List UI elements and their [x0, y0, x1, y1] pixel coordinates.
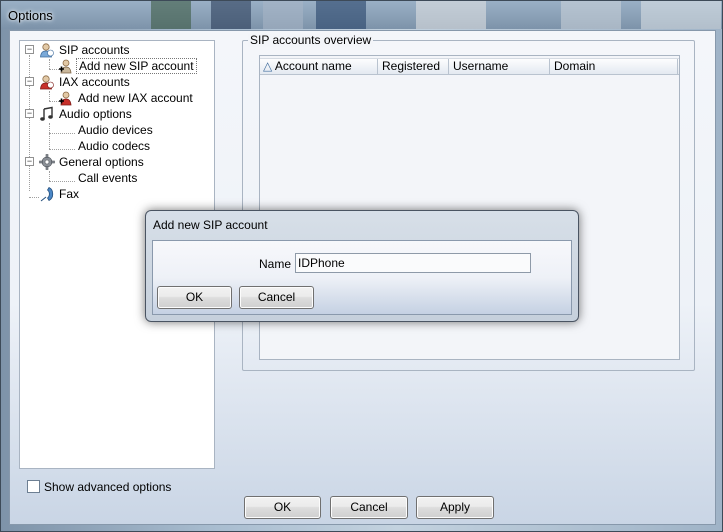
tree-item-label: Fax [59, 187, 80, 201]
title-bar-glass-decoration [416, 1, 486, 29]
dialog-ok-button[interactable]: OK [157, 286, 232, 309]
tree-connector [29, 197, 39, 198]
title-bar-glass-decoration [316, 1, 366, 29]
show-advanced-options-label: Show advanced options [44, 480, 172, 494]
tree-item-label: General options [59, 155, 144, 169]
iax-accounts-icon [39, 74, 55, 90]
name-input[interactable] [295, 253, 531, 273]
list-header: △ Account name Registered Username Domai… [260, 58, 679, 75]
title-bar-glass-decoration [561, 1, 621, 29]
tree-connector [49, 149, 75, 150]
apply-button[interactable]: Apply [416, 496, 494, 519]
cancel-button[interactable]: Cancel [330, 496, 408, 519]
title-bar-glass-decoration [263, 1, 303, 29]
collapse-iax-accounts-button[interactable]: − [25, 77, 34, 86]
sip-accounts-overview-title: SIP accounts overview [248, 33, 374, 47]
ok-button[interactable]: OK [244, 496, 321, 519]
title-bar-glass-decoration [151, 1, 191, 29]
column-header-label: Username [453, 59, 509, 73]
tree-connector [49, 91, 50, 101]
dialog-cancel-button[interactable]: Cancel [239, 286, 314, 309]
column-header-username[interactable]: Username [449, 59, 550, 75]
tree-item-label: SIP accounts [59, 43, 130, 57]
name-label: Name [259, 257, 292, 271]
audio-note-icon [39, 106, 55, 122]
add-iax-account-icon [58, 90, 74, 106]
tree-item-label: Add new IAX account [78, 91, 193, 105]
column-header-domain[interactable]: Domain [550, 59, 678, 75]
window-title: Options [8, 8, 53, 23]
show-advanced-options-checkbox[interactable] [27, 480, 40, 493]
tree-item-label: Audio devices [78, 123, 153, 137]
dialog-title: Add new SIP account [153, 218, 268, 232]
tree-connector [49, 181, 75, 182]
column-header-account-name[interactable]: △ Account name [260, 59, 378, 75]
title-bar-glass-decoration [641, 1, 721, 29]
dialog-client-area: Name OK Cancel [152, 240, 572, 315]
add-sip-account-icon [58, 58, 74, 74]
column-header-label: Registered [382, 59, 441, 73]
column-header-label: Domain [554, 59, 596, 73]
sort-ascending-icon: △ [263, 59, 273, 73]
tree-connector [49, 59, 50, 69]
tree-connector [49, 171, 50, 181]
tree-item-label: Audio options [59, 107, 132, 121]
tree-item-label: IAX accounts [59, 75, 130, 89]
title-bar-glass-decoration [211, 1, 251, 29]
sip-accounts-icon [39, 42, 55, 58]
collapse-sip-accounts-button[interactable]: − [25, 45, 34, 54]
column-header-registered[interactable]: Registered [378, 59, 449, 75]
collapse-audio-options-button[interactable]: − [25, 109, 34, 118]
tree-item-label: Call events [78, 171, 138, 185]
collapse-general-options-button[interactable]: − [25, 157, 34, 166]
tree-connector [49, 133, 75, 134]
title-bar[interactable]: Options [1, 1, 722, 29]
tree-connector [49, 123, 50, 149]
tree-item-label: Audio codecs [78, 139, 151, 153]
add-new-sip-account-dialog: Add new SIP account Name OK Cancel [145, 210, 579, 322]
phone-handset-icon [39, 186, 55, 202]
gear-icon [39, 154, 55, 170]
column-header-label: Account name [274, 59, 352, 73]
tree-item-label: Add new SIP account [76, 58, 197, 74]
